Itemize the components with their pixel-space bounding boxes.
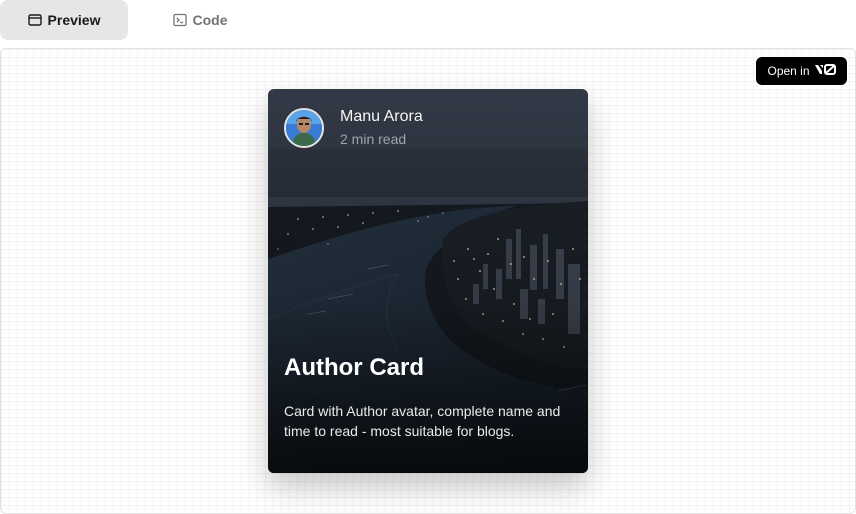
open-in-v0-button[interactable]: Open in (756, 57, 847, 85)
author-card[interactable]: Manu Arora 2 min read Author Card Card w… (268, 89, 588, 473)
browser-window-icon (27, 13, 42, 27)
tab-code-label: Code (192, 12, 228, 28)
card-description: Card with Author avatar, complete name a… (284, 403, 561, 439)
terminal-icon (172, 13, 187, 27)
author-avatar (284, 107, 324, 148)
tab-preview[interactable]: Preview (0, 0, 128, 40)
open-in-label: Open in (767, 64, 810, 78)
author-meta: Manu Arora 2 min read (340, 107, 423, 148)
view-tabs: Preview Code (0, 0, 856, 40)
v0-logo-icon (814, 64, 836, 78)
author-name: Manu Arora (340, 108, 423, 125)
tab-code[interactable]: Code (150, 0, 250, 40)
card-title: Author Card (284, 354, 424, 381)
read-time: 2 min read (340, 131, 407, 147)
tab-preview-label: Preview (47, 12, 101, 28)
preview-canvas: Open in Manu Arora 2 min read Author Car… (0, 48, 856, 514)
author-info: Manu Arora 2 min read (284, 107, 423, 148)
avatar-image (286, 109, 322, 146)
